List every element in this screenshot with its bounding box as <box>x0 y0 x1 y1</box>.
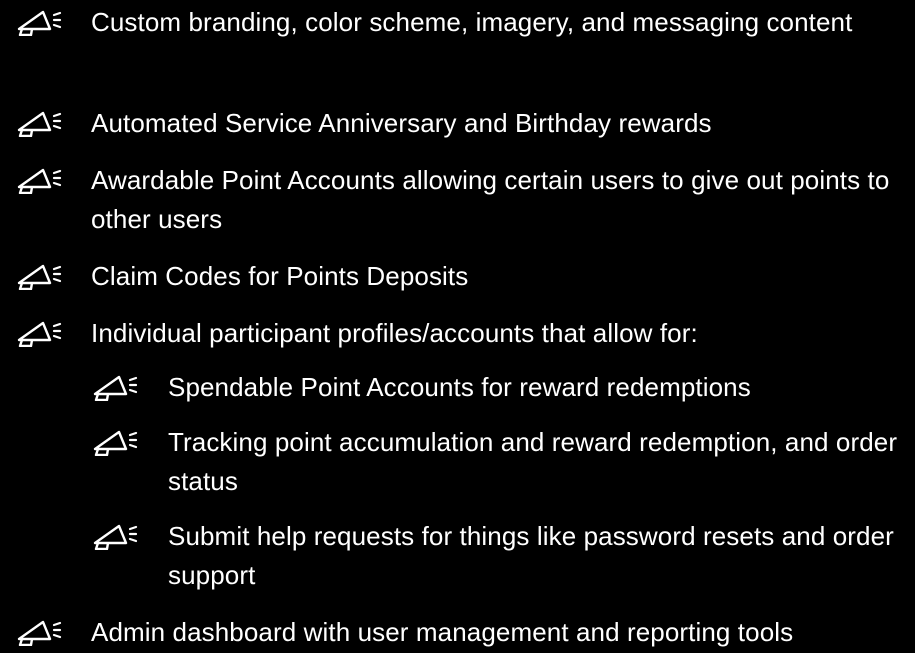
feature-text: Individual participant profiles/accounts… <box>91 318 698 348</box>
feature-text: Spendable Point Accounts for reward rede… <box>168 372 751 402</box>
feature-text: Custom branding, color scheme, imagery, … <box>91 7 853 37</box>
megaphone-icon <box>16 262 62 290</box>
megaphone-icon <box>92 373 138 401</box>
megaphone-icon <box>92 522 138 550</box>
feature-text: Awardable Point Accounts allowing certai… <box>91 165 890 234</box>
megaphone-icon <box>16 618 62 646</box>
feature-text: Tracking point accumulation and reward r… <box>168 427 898 496</box>
megaphone-icon <box>16 8 62 36</box>
megaphone-icon <box>16 109 62 137</box>
megaphone-icon <box>16 319 62 347</box>
feature-text: Submit help requests for things like pas… <box>168 521 894 590</box>
feature-text: Automated Service Anniversary and Birthd… <box>91 108 712 138</box>
feature-text: Claim Codes for Points Deposits <box>91 261 469 291</box>
feature-text: Admin dashboard with user management and… <box>91 617 794 647</box>
megaphone-icon <box>92 428 138 456</box>
megaphone-icon <box>16 166 62 194</box>
